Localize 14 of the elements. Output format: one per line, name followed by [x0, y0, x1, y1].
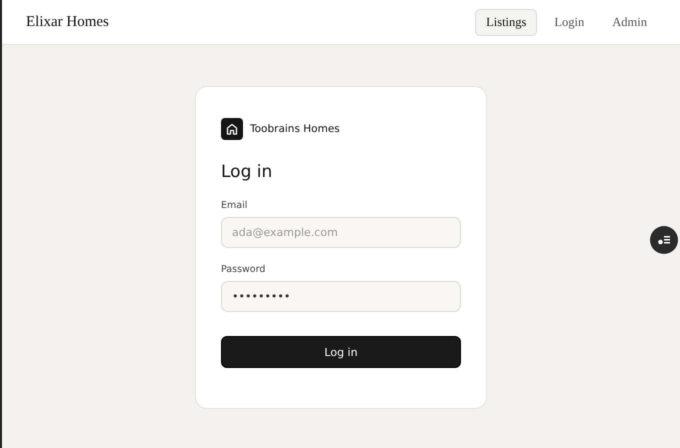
toggle-list-icon: [657, 234, 671, 246]
nav-link[interactable]: Listings: [475, 8, 538, 36]
input-field[interactable]: ada@example.com: [221, 217, 461, 248]
nav-link[interactable]: Login: [543, 8, 596, 36]
house-icon: [221, 118, 243, 140]
nav-link[interactable]: Admin: [601, 8, 658, 36]
organization-name: Toobrains Homes: [250, 123, 340, 135]
form-title: Log in: [221, 162, 274, 182]
field-label: Password: [221, 264, 266, 275]
brand-name: Elixar Homes: [26, 14, 109, 30]
input-field[interactable]: •••••••••: [221, 281, 461, 312]
floating-button[interactable]: [650, 226, 678, 254]
login-button[interactable]: Log in: [221, 336, 461, 368]
field-label: Email: [221, 200, 248, 211]
